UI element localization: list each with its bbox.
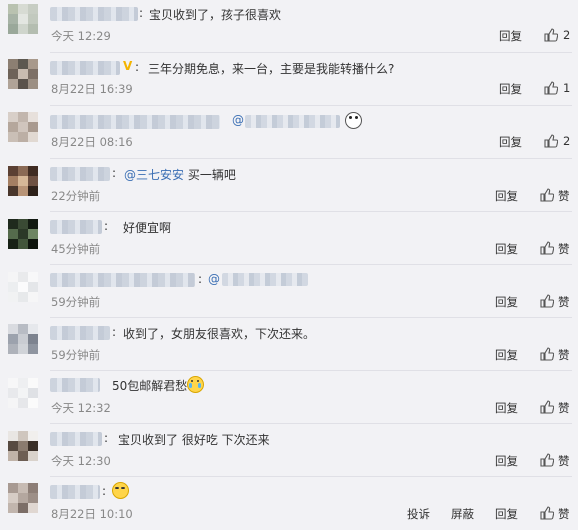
- praise-button[interactable]: 赞: [558, 241, 570, 257]
- mention-blurred[interactable]: [245, 115, 340, 128]
- avatar[interactable]: [8, 219, 38, 249]
- comment-text: 宝贝收到了，孩子很喜欢: [149, 8, 282, 22]
- username-blurred[interactable]: [50, 167, 110, 181]
- username-colon: :: [198, 272, 203, 286]
- praise-button[interactable]: 赞: [558, 506, 570, 522]
- thumbs-up-icon[interactable]: [540, 347, 554, 361]
- comment-time: 8月22日 10:10: [51, 507, 133, 521]
- avatar[interactable]: [8, 4, 38, 34]
- comment-text: @: [232, 113, 244, 127]
- like-count: 2: [563, 134, 571, 148]
- reply-button[interactable]: 回复: [495, 506, 518, 522]
- comment-row: : 好便宜啊 45分钟前 回复 赞: [0, 212, 578, 265]
- mention-blurred[interactable]: [222, 273, 308, 286]
- comment-time: 59分钟前: [51, 295, 101, 309]
- avatar[interactable]: [8, 59, 38, 89]
- avatar[interactable]: [8, 378, 38, 408]
- comment-text: 50包邮解君愁: [112, 379, 188, 393]
- avatar[interactable]: [8, 431, 38, 461]
- verified-badge-icon: V: [123, 59, 133, 73]
- thumbs-up-icon[interactable]: [544, 134, 558, 148]
- reply-button[interactable]: 回复: [495, 400, 518, 416]
- username-colon: :: [139, 6, 144, 20]
- praise-button[interactable]: 赞: [558, 400, 570, 416]
- username-blurred[interactable]: [50, 220, 102, 234]
- reply-button[interactable]: 回复: [495, 294, 518, 310]
- avatar[interactable]: [8, 112, 38, 142]
- comment-time: 45分钟前: [51, 242, 101, 256]
- username-blurred[interactable]: [50, 485, 100, 499]
- username-blurred[interactable]: [50, 326, 110, 340]
- username-blurred[interactable]: [50, 378, 100, 392]
- comment-text: 宝贝收到了 很好吃 下次还来: [118, 433, 270, 447]
- username-colon: :: [104, 219, 109, 233]
- reply-button[interactable]: 回复: [499, 28, 522, 44]
- comment-time: 今天 12:29: [51, 29, 111, 43]
- praise-button[interactable]: 赞: [558, 188, 570, 204]
- reply-button[interactable]: 回复: [499, 81, 522, 97]
- username-blurred[interactable]: [50, 115, 220, 129]
- reply-button[interactable]: 回复: [495, 241, 518, 257]
- report-button[interactable]: 投诉: [407, 506, 430, 522]
- like-count: 2: [563, 28, 571, 42]
- crying-laughing-emoji-icon: [187, 376, 204, 393]
- comment-text: @: [208, 272, 220, 286]
- thumbs-up-icon[interactable]: [540, 241, 554, 255]
- comment-row: V : 三年分期免息，来一台，主要是我能转播什么? 8月22日 16:39 回复…: [0, 53, 578, 106]
- comment-row: : 宝贝收到了，孩子很喜欢 今天 12:29 回复 2: [0, 0, 578, 53]
- comment-row: @ 8月22日 08:16 回复 2: [0, 106, 578, 159]
- username-blurred[interactable]: [50, 432, 102, 446]
- comment-row: : 宝贝收到了 很好吃 下次还来 今天 12:30 回复 赞: [0, 424, 578, 477]
- like-count: 1: [563, 81, 571, 95]
- praise-button[interactable]: 赞: [558, 453, 570, 469]
- praise-button[interactable]: 赞: [558, 347, 570, 363]
- comment-time: 今天 12:32: [51, 401, 111, 415]
- panda-emoji-icon: [345, 112, 362, 129]
- comment-row: : @ 59分钟前 回复 赞: [0, 265, 578, 318]
- comment-text: @三七安安 买一辆吧: [124, 166, 236, 183]
- mention-link[interactable]: @三七安安: [124, 168, 184, 182]
- username-colon: :: [104, 431, 109, 445]
- comment-text: 三年分期免息，来一台，主要是我能转播什么?: [148, 62, 395, 76]
- avatar[interactable]: [8, 483, 38, 513]
- avatar[interactable]: [8, 272, 38, 302]
- comment-row: : @三七安安 买一辆吧 22分钟前 回复 赞: [0, 159, 578, 212]
- avatar[interactable]: [8, 166, 38, 196]
- username-colon: :: [135, 60, 140, 74]
- username-colon: :: [112, 325, 117, 339]
- comment-row: 50包邮解君愁 今天 12:32 回复 赞: [0, 371, 578, 424]
- comment-row: : 8月22日 10:10 投诉 屏蔽 回复 赞: [0, 477, 578, 530]
- thumbs-up-icon[interactable]: [540, 188, 554, 202]
- reply-button[interactable]: 回复: [495, 347, 518, 363]
- praise-button[interactable]: 赞: [558, 294, 570, 310]
- thumbs-up-icon[interactable]: [544, 28, 558, 42]
- smirk-emoji-icon: [112, 482, 129, 499]
- thumbs-up-icon[interactable]: [540, 506, 554, 520]
- comment-time: 8月22日 08:16: [51, 135, 133, 149]
- reply-button[interactable]: 回复: [495, 453, 518, 469]
- comment-time: 今天 12:30: [51, 454, 111, 468]
- comment-text: 收到了，女朋友很喜欢，下次还来。: [123, 327, 316, 341]
- thumbs-up-icon[interactable]: [540, 294, 554, 308]
- comment-body: 买一辆吧: [184, 168, 236, 182]
- username-blurred[interactable]: [50, 273, 195, 287]
- thumbs-up-icon[interactable]: [540, 453, 554, 467]
- block-button[interactable]: 屏蔽: [451, 506, 474, 522]
- username-blurred[interactable]: [50, 61, 120, 75]
- comment-time: 8月22日 16:39: [51, 82, 133, 96]
- comment-time: 59分钟前: [51, 348, 101, 362]
- reply-button[interactable]: 回复: [499, 134, 522, 150]
- comment-row: : 收到了，女朋友很喜欢，下次还来。 59分钟前 回复 赞: [0, 318, 578, 371]
- username-blurred[interactable]: [50, 7, 138, 21]
- avatar[interactable]: [8, 324, 38, 354]
- thumbs-up-icon[interactable]: [544, 81, 558, 95]
- reply-button[interactable]: 回复: [495, 188, 518, 204]
- comment-text: 好便宜啊: [123, 221, 172, 235]
- thumbs-up-icon[interactable]: [540, 400, 554, 414]
- comment-time: 22分钟前: [51, 189, 101, 203]
- username-colon: :: [102, 484, 107, 498]
- username-colon: :: [112, 166, 117, 180]
